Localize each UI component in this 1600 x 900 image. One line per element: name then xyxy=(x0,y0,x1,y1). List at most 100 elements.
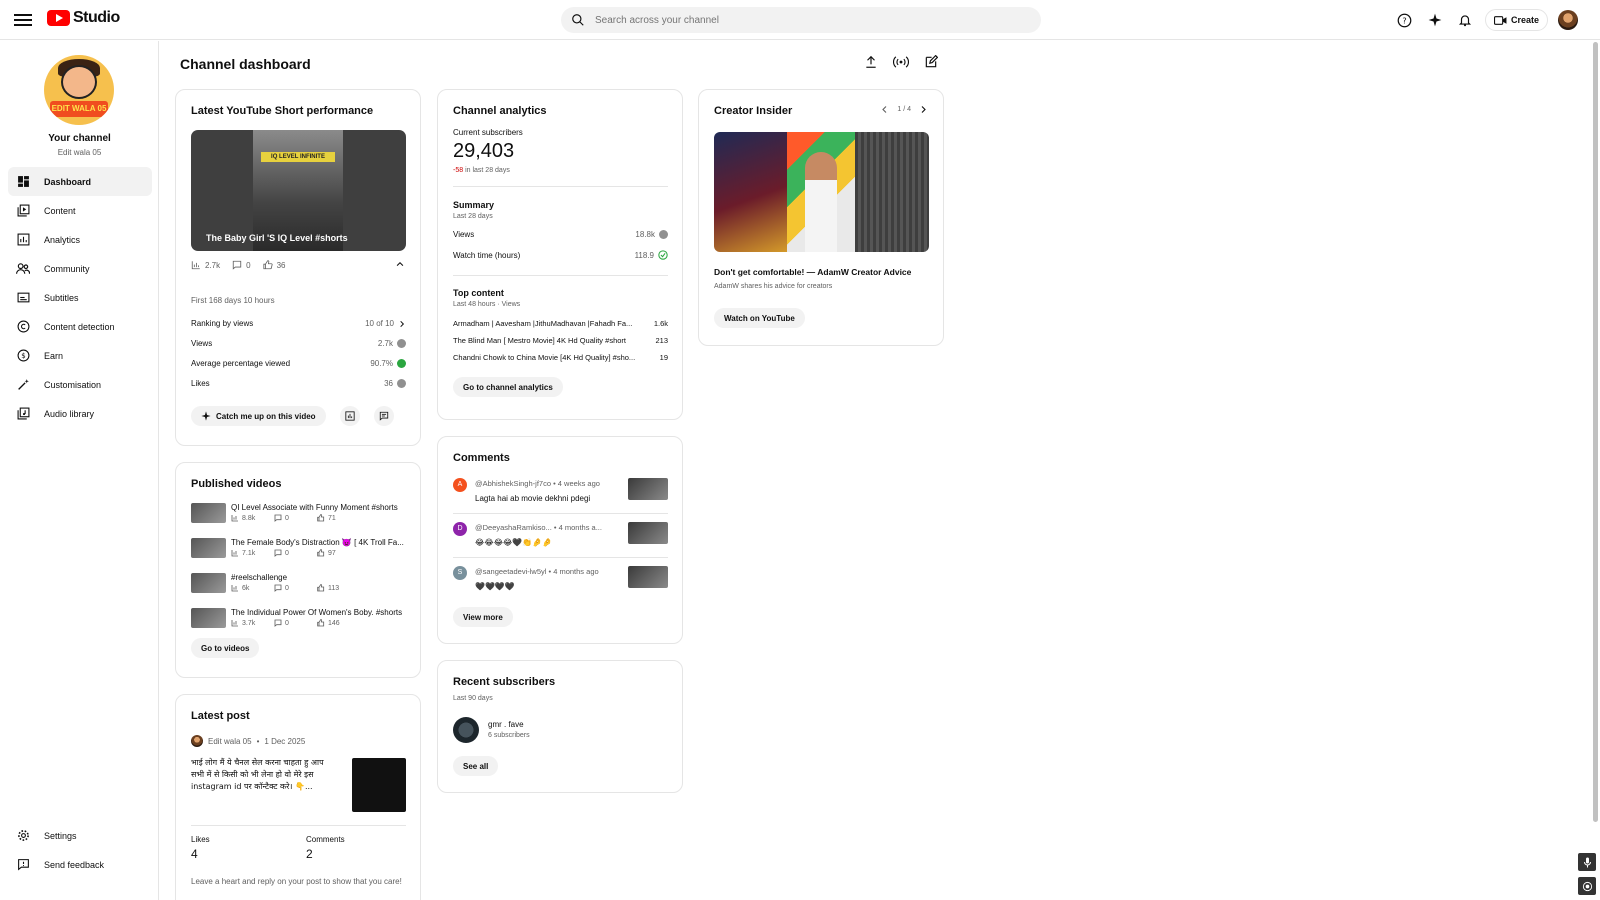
microphone-icon[interactable] xyxy=(1578,853,1596,871)
subscriber-avatar[interactable] xyxy=(453,717,479,743)
top-content-row[interactable]: Armadham | Aavesham |JithuMadhavan |Faha… xyxy=(453,319,668,328)
view-comments-button[interactable] xyxy=(373,406,394,426)
chevron-up-icon[interactable] xyxy=(395,258,405,272)
neutral-indicator-icon xyxy=(397,379,406,388)
ranking-row[interactable]: Ranking by views 10 of 10 xyxy=(191,319,406,328)
video-row[interactable]: The Individual Power Of Women's Boby. #s… xyxy=(191,608,406,632)
page-title: Channel dashboard xyxy=(180,56,311,72)
creator-insider-thumbnail[interactable] xyxy=(714,132,929,252)
avg-viewed-row: Average percentage viewed 90.7% xyxy=(191,359,406,368)
sparkle-icon xyxy=(201,411,211,421)
bell-icon[interactable] xyxy=(1455,10,1475,30)
upload-icon[interactable] xyxy=(861,52,881,72)
search-bar[interactable] xyxy=(561,7,1041,33)
sidebar-item-subtitles[interactable]: Subtitles xyxy=(8,283,152,312)
post-image[interactable] xyxy=(352,758,406,812)
watch-on-youtube-button[interactable]: Watch on YouTube xyxy=(714,308,805,328)
catch-me-up-button[interactable]: Catch me up on this video xyxy=(191,406,326,426)
create-post-icon[interactable] xyxy=(921,52,941,72)
live-stream-icon[interactable] xyxy=(891,52,911,72)
view-more-button[interactable]: View more xyxy=(453,607,513,627)
subtitles-icon xyxy=(16,291,30,305)
youtube-logo-icon xyxy=(47,10,70,26)
record-icon[interactable] xyxy=(1578,877,1596,895)
comment-icon xyxy=(274,514,282,522)
creator-insider-video-title[interactable]: Don't get comfortable! — AdamW Creator A… xyxy=(714,267,911,277)
scrollbar[interactable] xyxy=(1593,42,1598,822)
dashboard-icon xyxy=(16,175,30,189)
subscriber-name[interactable]: gmr . fave xyxy=(488,720,524,729)
thumbs-up-icon xyxy=(317,619,325,627)
sidebar-item-customisation[interactable]: Customisation xyxy=(8,370,152,399)
go-to-channel-analytics-button[interactable]: Go to channel analytics xyxy=(453,377,563,397)
video-row[interactable]: QI Level Associate with Funny Moment #sh… xyxy=(191,503,406,527)
commenter-avatar: D xyxy=(453,522,467,536)
chevron-left-icon[interactable] xyxy=(880,105,889,114)
feedback-icon xyxy=(16,858,30,872)
analytics-icon xyxy=(344,411,355,421)
post-text: भाई लोग मैं ये चैनल सेल करना चाहता हु आप… xyxy=(191,758,324,791)
gear-icon xyxy=(16,829,30,843)
views-icon xyxy=(191,261,200,270)
community-icon xyxy=(16,262,30,276)
copyright-icon xyxy=(16,320,30,334)
chevron-right-icon[interactable] xyxy=(919,105,928,114)
sidebar-item-send-feedback[interactable]: Send feedback xyxy=(8,850,152,879)
comment-item[interactable]: D @DeeyashaRamkiso... • 4 months a... 😂😂… xyxy=(453,522,668,562)
sidebar-item-dashboard[interactable]: Dashboard xyxy=(8,167,152,196)
subscriber-count: 29,403 xyxy=(453,140,515,162)
top-content-row[interactable]: Chandni Chowk to China Movie [4K Hd Qual… xyxy=(453,353,668,362)
published-videos-card: Published videos QI Level Associate with… xyxy=(175,462,421,678)
video-thumbnail xyxy=(628,478,668,500)
comment-icon xyxy=(274,584,282,592)
dollar-icon: $ xyxy=(16,349,30,363)
sidebar-item-content[interactable]: Content xyxy=(8,196,152,225)
account-avatar[interactable] xyxy=(1558,10,1578,30)
recent-subscribers-card: Recent subscribers Last 90 days gmr . fa… xyxy=(437,660,683,793)
video-thumbnail xyxy=(628,522,668,544)
comment-icon xyxy=(274,619,282,627)
video-row[interactable]: #reelschallenge 6k 0 113 xyxy=(191,573,406,597)
view-analytics-button[interactable] xyxy=(339,406,360,426)
commenter-avatar: S xyxy=(453,566,467,580)
comment-icon xyxy=(274,549,282,557)
create-button[interactable]: Create xyxy=(1484,9,1548,31)
neutral-indicator-icon xyxy=(397,339,406,348)
sidebar-item-audio-library[interactable]: Audio library xyxy=(8,399,152,428)
views-icon xyxy=(231,620,238,627)
commenter-avatar: A xyxy=(453,478,467,492)
channel-analytics-card: Channel analytics Current subscribers 29… xyxy=(437,89,683,420)
sidebar-item-community[interactable]: Community xyxy=(8,254,152,283)
sidebar-item-settings[interactable]: Settings xyxy=(8,821,152,850)
see-all-button[interactable]: See all xyxy=(453,756,499,776)
channel-avatar[interactable]: EDIT WALA 05 xyxy=(44,55,114,125)
audio-library-icon xyxy=(16,407,30,421)
short-performance-card: Latest YouTube Short performance IQ LEVE… xyxy=(175,89,421,446)
help-icon[interactable]: ? xyxy=(1395,10,1415,30)
comment-icon xyxy=(232,260,242,270)
sparkle-icon[interactable] xyxy=(1425,10,1445,30)
comment-icon xyxy=(379,411,388,421)
video-row[interactable]: The Female Body's Distraction 👿 [ 4K Tro… xyxy=(191,538,406,562)
short-thumbnail[interactable]: IQ LEVEL INFINITE The Baby Girl 'S IQ Le… xyxy=(191,130,406,251)
go-to-videos-button[interactable]: Go to videos xyxy=(191,638,260,658)
chevron-right-icon xyxy=(400,320,405,327)
sidebar-item-earn[interactable]: $ Earn xyxy=(8,341,152,370)
sidebar-item-analytics[interactable]: Analytics xyxy=(8,225,152,254)
analytics-icon xyxy=(16,233,30,247)
top-bar: Studio ? Create xyxy=(0,0,1600,40)
video-thumbnail xyxy=(191,538,226,558)
menu-icon[interactable] xyxy=(14,11,32,29)
comment-item[interactable]: A @AbhishekSingh-jf7co • 4 weeks ago Lag… xyxy=(453,478,668,518)
search-input[interactable] xyxy=(595,14,1015,26)
up-indicator-icon xyxy=(397,359,406,368)
video-thumbnail xyxy=(191,503,226,523)
sidebar-item-content-detection[interactable]: Content detection xyxy=(8,312,152,341)
video-thumbnail xyxy=(628,566,668,588)
summary-views-row: Views 18.8k xyxy=(453,230,668,239)
studio-logo[interactable]: Studio xyxy=(47,9,120,27)
top-content-row[interactable]: The Blind Man [ Mestro Movie] 4K Hd Qual… xyxy=(453,336,668,345)
views-icon xyxy=(231,550,238,557)
comment-item[interactable]: S @sangeetadevi-lw5yl • 4 months ago 🖤🖤🖤… xyxy=(453,566,668,606)
likes-row: Likes 36 xyxy=(191,379,406,388)
